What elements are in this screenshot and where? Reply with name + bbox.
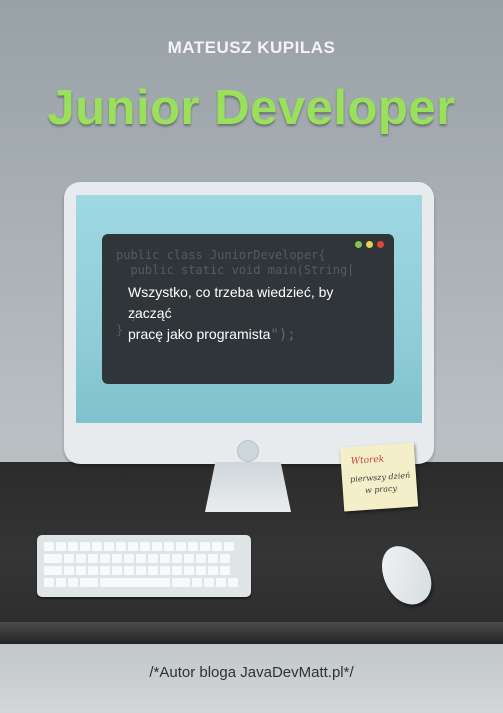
keyboard-icon	[37, 535, 251, 597]
subtitle-line-2: pracę jako programista	[128, 326, 271, 342]
code-tail: ");	[270, 327, 296, 343]
red-dot-icon	[377, 241, 384, 248]
blog-credit: /*Autor bloga JavaDevMatt.pl*/	[149, 664, 354, 681]
author-name: MATEUSZ KUPILAS	[167, 38, 336, 57]
sticky-note: Wtorek pierwszy dzień w pracy	[339, 442, 419, 512]
code-line: public static void main(String[	[116, 263, 355, 277]
desk-edge	[0, 622, 503, 644]
keyboard-row	[44, 554, 230, 563]
power-button-icon	[237, 440, 259, 462]
subtitle: Wszystko, co trzeba wiedzieć, by zacząć …	[128, 282, 378, 346]
sticky-note-line-1: pierwszy dzień	[349, 470, 411, 485]
keyboard-row	[44, 542, 234, 551]
keyboard-row	[44, 578, 238, 587]
monitor-stand	[205, 462, 291, 512]
keyboard-row	[44, 566, 230, 575]
sticky-note-line-2: w pracy	[364, 483, 398, 496]
code-line: public class JuniorDeveloper{	[116, 248, 326, 262]
sticky-note-head: Wtorek	[350, 454, 385, 467]
terminal-window: public class JuniorDeveloper{ public sta…	[102, 234, 394, 384]
yellow-dot-icon	[366, 241, 373, 248]
window-controls	[355, 241, 384, 248]
book-cover: MATEUSZ KUPILAS Junior Developer public …	[0, 0, 503, 713]
green-dot-icon	[355, 241, 362, 248]
subtitle-line-1: Wszystko, co trzeba wiedzieć, by zacząć	[128, 284, 334, 321]
book-title: Junior Developer	[47, 81, 456, 135]
